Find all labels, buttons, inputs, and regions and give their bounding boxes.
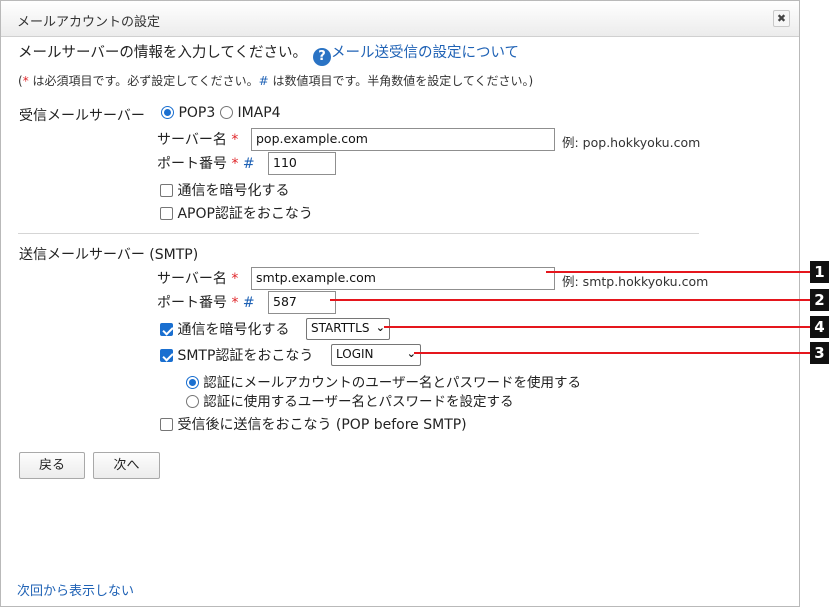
incoming-port-input[interactable]: 110: [268, 152, 336, 175]
outgoing-encrypt-option[interactable]: 通信を暗号化する: [160, 319, 289, 339]
apop-checkbox[interactable]: [160, 207, 173, 220]
outgoing-port-text: ポート番号: [157, 295, 227, 311]
protocol-imap4-option[interactable]: IMAP4: [220, 105, 281, 121]
help-link[interactable]: メール送受信の設定について: [331, 45, 519, 61]
incoming-encrypt-option[interactable]: 通信を暗号化する: [160, 180, 289, 200]
smtp-auth-label: SMTP認証をおこなう: [177, 348, 314, 364]
incoming-server-required-mark: *: [231, 132, 239, 148]
callout-line-4: [384, 326, 811, 328]
incoming-server-name-label: サーバー名 *: [157, 129, 238, 149]
outgoing-port-required-mark: *: [231, 295, 239, 311]
incoming-port-numeric-mark: #: [242, 156, 255, 172]
outgoing-port-numeric-mark: #: [242, 295, 255, 311]
auth-account-option[interactable]: 認証にメールアカウントのユーザー名とパスワードを使用する: [186, 371, 581, 391]
auth-custom-radio[interactable]: [186, 395, 199, 408]
auth-method-value: LOGIN: [336, 347, 374, 361]
outgoing-server-name-label: サーバー名 *: [157, 268, 238, 288]
incoming-server-hint: 例: pop.hokkyoku.com: [562, 135, 701, 150]
dialog-title: メールアカウントの設定: [17, 15, 161, 30]
incoming-port-required-mark: *: [231, 156, 239, 172]
pop3-radio[interactable]: [161, 106, 174, 119]
pop-before-smtp-label: 受信後に送信をおこなう (POP before SMTP): [177, 417, 467, 433]
intro-text: メールサーバーの情報を入力してください。: [18, 45, 307, 61]
callout-badge-3: 3: [810, 342, 829, 364]
pop3-label: POP3: [178, 105, 216, 121]
outgoing-server-required-mark: *: [231, 271, 239, 287]
smtp-auth-checkbox[interactable]: [160, 349, 173, 362]
incoming-port-label: ポート番号 * #: [157, 153, 255, 173]
outgoing-port-input[interactable]: 587: [268, 291, 336, 314]
numeric-mark: #: [258, 74, 269, 88]
outgoing-encrypt-label: 通信を暗号化する: [177, 322, 290, 338]
encrypt-method-select[interactable]: STARTTLS ⌄: [306, 318, 390, 340]
callout-badge-1: 1: [810, 261, 829, 283]
pop-before-smtp-checkbox[interactable]: [160, 418, 173, 431]
required-note: (* は必須項目です。必ず設定してください。# は数値項目です。半角数値を設定し…: [18, 72, 533, 89]
encrypt-method-value: STARTTLS: [311, 321, 370, 335]
outgoing-server-name-text: サーバー名: [157, 271, 227, 287]
outgoing-server-hint: 例: smtp.hokkyoku.com: [562, 274, 709, 289]
callout-line-1: [546, 271, 811, 273]
incoming-server-label: 受信メールサーバー: [19, 108, 145, 124]
callout-badge-2: 2: [810, 289, 829, 311]
imap4-radio[interactable]: [220, 106, 233, 119]
smtp-auth-option[interactable]: SMTP認証をおこなう: [160, 345, 313, 365]
dialog-titlebar: メールアカウントの設定 ✖: [1, 1, 799, 37]
incoming-server-name-text: サーバー名: [157, 132, 227, 148]
outgoing-server-label: 送信メールサーバー (SMTP): [19, 247, 199, 263]
incoming-port-text: ポート番号: [157, 156, 227, 172]
section-divider: [18, 233, 699, 234]
numeric-note-text: は数値項目です。半角数値を設定してください。): [268, 74, 534, 88]
required-note-text: は必須項目です。必ず設定してください。: [28, 74, 259, 88]
outgoing-server-input[interactable]: smtp.example.com: [251, 267, 555, 290]
outgoing-port-label: ポート番号 * #: [157, 292, 255, 312]
incoming-encrypt-checkbox[interactable]: [160, 184, 173, 197]
next-button[interactable]: 次へ: [93, 452, 160, 479]
dont-show-again-link[interactable]: 次回から表示しない: [17, 580, 134, 599]
auth-account-radio[interactable]: [186, 376, 199, 389]
apop-option[interactable]: APOP認証をおこなう: [160, 203, 313, 223]
callout-badge-4: 4: [810, 316, 829, 338]
apop-label: APOP認証をおこなう: [177, 206, 313, 222]
auth-custom-option[interactable]: 認証に使用するユーザー名とパスワードを設定する: [186, 390, 514, 410]
auth-account-label: 認証にメールアカウントのユーザー名とパスワードを使用する: [203, 375, 582, 391]
outgoing-encrypt-checkbox[interactable]: [160, 323, 173, 336]
auth-custom-label: 認証に使用するユーザー名とパスワードを設定する: [203, 394, 514, 410]
callout-line-3: [414, 352, 811, 354]
protocol-pop3-option[interactable]: POP3: [161, 105, 215, 121]
intro-line: メールサーバーの情報を入力してください。? メール送受信の設定について: [18, 41, 519, 66]
help-icon[interactable]: ?: [312, 48, 331, 66]
mail-account-dialog: メールアカウントの設定 ✖ メールサーバーの情報を入力してください。? メール送受…: [0, 0, 800, 607]
callout-line-2: [330, 299, 811, 301]
pop-before-smtp-option[interactable]: 受信後に送信をおこなう (POP before SMTP): [160, 414, 467, 434]
incoming-encrypt-label: 通信を暗号化する: [177, 183, 290, 199]
back-button[interactable]: 戻る: [19, 452, 85, 479]
close-icon[interactable]: ✖: [773, 10, 790, 27]
auth-method-select[interactable]: LOGIN ⌄: [331, 344, 421, 366]
imap4-label: IMAP4: [237, 105, 281, 121]
incoming-server-input[interactable]: pop.example.com: [251, 128, 555, 151]
